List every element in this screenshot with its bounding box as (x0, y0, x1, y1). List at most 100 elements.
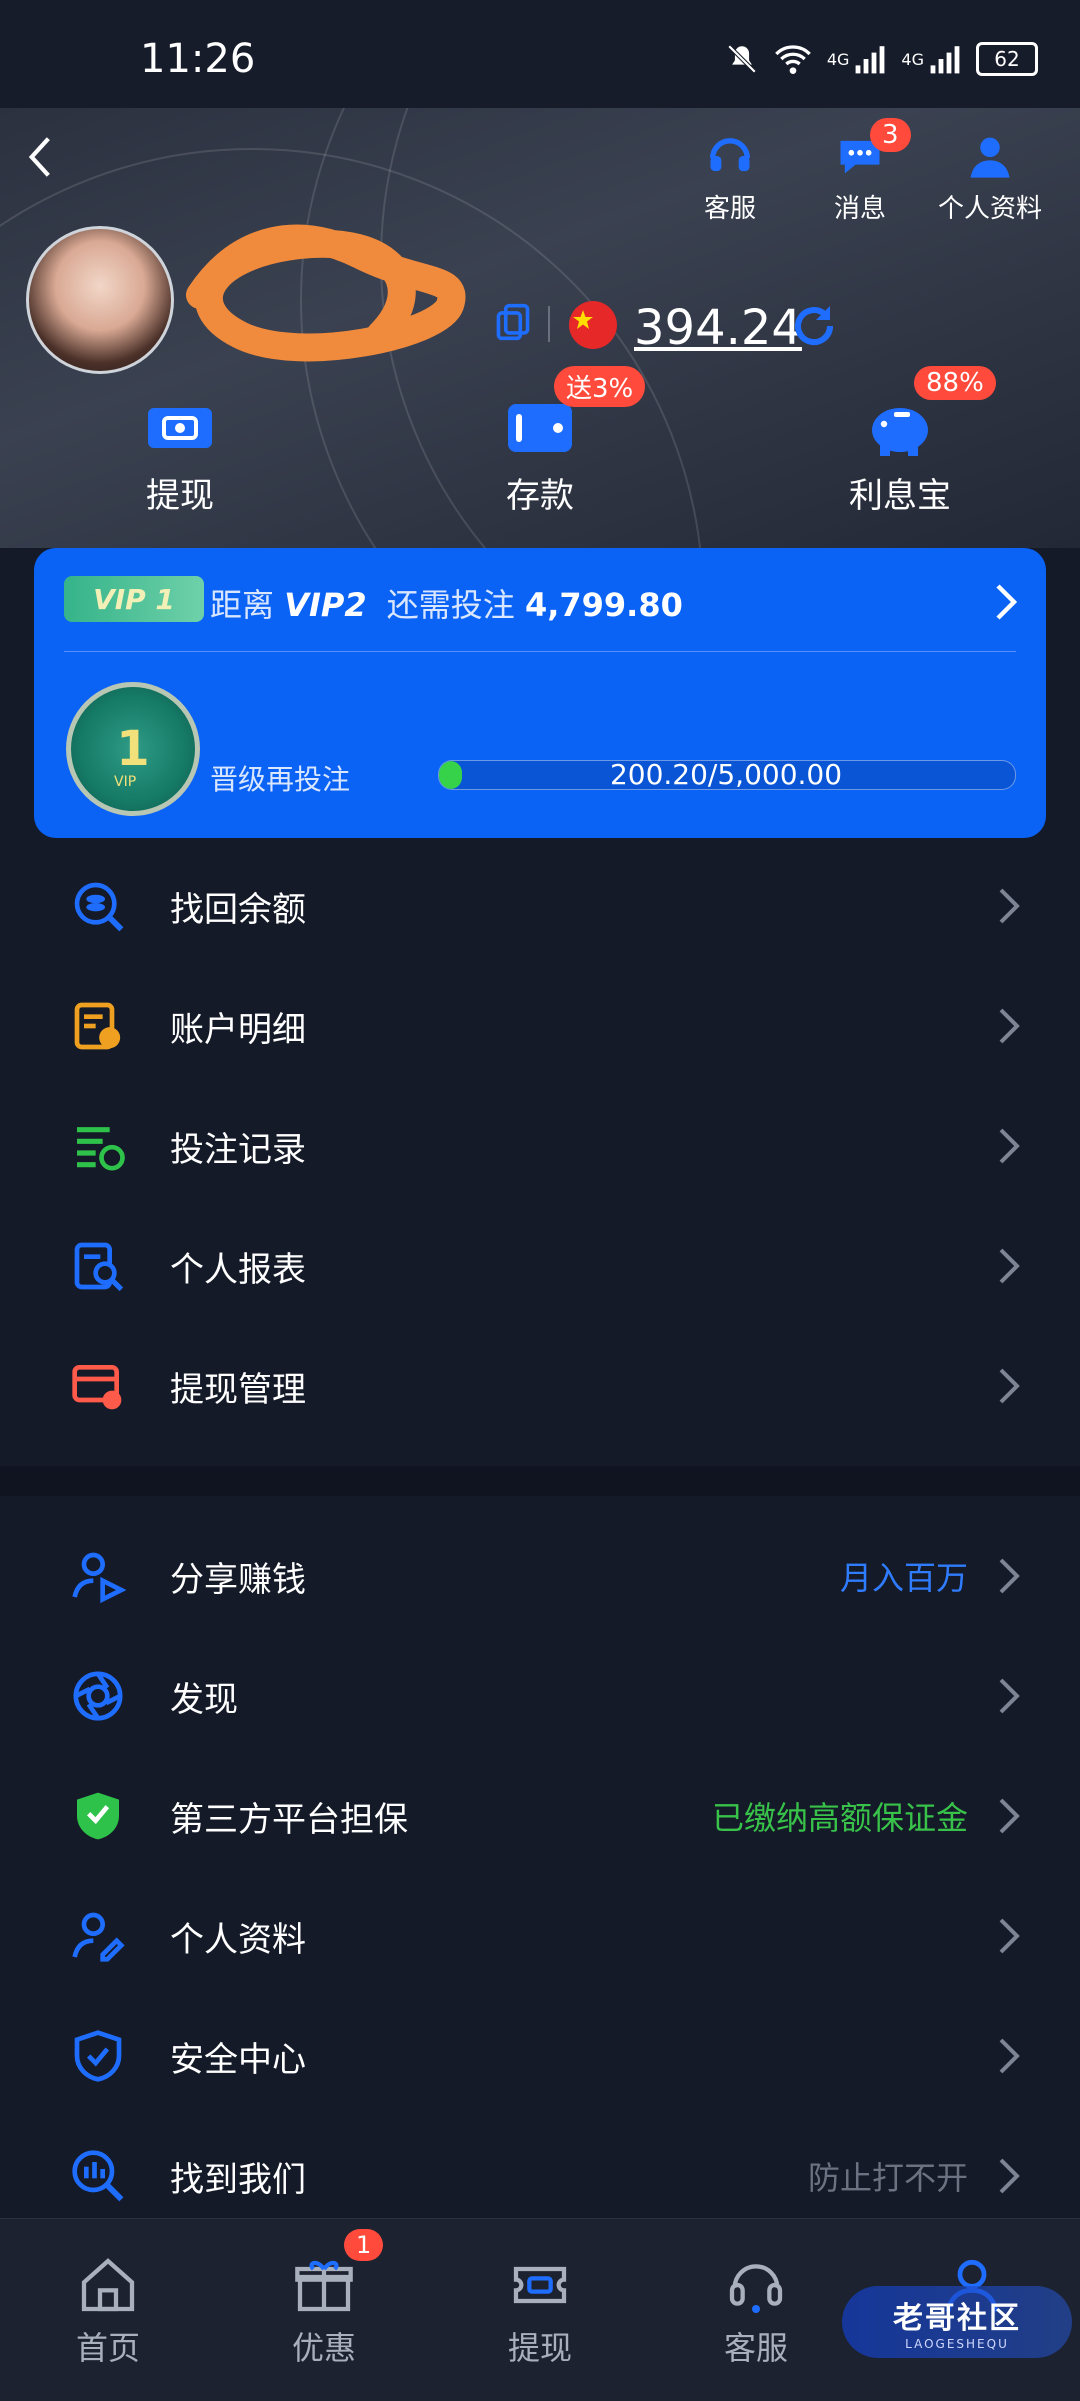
signal-icon-2 (930, 46, 960, 74)
promotions-badge: 1 (344, 2229, 384, 2261)
vip-level-tag: VIP 1 (64, 576, 204, 622)
refresh-icon[interactable] (790, 302, 838, 350)
menu-item-label: 账户明细 (170, 1009, 306, 1050)
chevron-right-icon (999, 888, 1020, 924)
account-details-icon (74, 1002, 121, 1050)
bet-records-icon (77, 1127, 125, 1171)
interest-label: 利息宝 (849, 476, 951, 516)
medal-sub: VIP (114, 774, 137, 790)
tab-promotions-label: 优惠 (291, 2329, 356, 2367)
chevron-right-icon (999, 1368, 1020, 1404)
need-text: 还需投注 (386, 586, 515, 624)
copy-icon[interactable] (494, 302, 532, 342)
tab-withdraw-label: 提现 (507, 2329, 572, 2367)
menu-item-hint: 防止打不开 (807, 2159, 968, 2197)
menu-item-guarantee-shield[interactable]: 第三方平台担保 已缴纳高额保证金 (0, 1756, 1080, 1876)
menu-item-label: 个人报表 (170, 1249, 306, 1290)
deposit-bonus-badge: 送3% (554, 366, 646, 407)
withdraw-label: 提现 (146, 476, 214, 516)
chevron-right-icon (999, 1798, 1020, 1834)
wallet-icon (508, 404, 572, 452)
tab-customer-service[interactable]: 客服 (686, 2253, 826, 2369)
menu-item-withdraw-manage[interactable]: 提现管理 (0, 1326, 1080, 1446)
discover-icon (73, 1671, 123, 1721)
menu-item-bet-records[interactable]: 投注记录 (0, 1086, 1080, 1206)
menu-item-hint: 已缴纳高额保证金 (711, 1799, 968, 1837)
deposit-label: 存款 (506, 476, 574, 516)
chevron-right-icon (999, 1678, 1020, 1714)
chevron-right-icon (999, 1248, 1020, 1284)
security-shield-icon (74, 2030, 122, 2082)
status-bar: 11:26 4G 4G 62 (0, 0, 1080, 108)
signal-icon (856, 46, 885, 74)
vip-medal: 1 (66, 682, 200, 816)
menu-item-label: 提现管理 (170, 1369, 306, 1410)
messages-label: 消息 (833, 194, 886, 224)
personal-report-icon (74, 1242, 124, 1292)
interest-quick-button[interactable]: 利息宝 (840, 396, 960, 517)
section-separator (0, 1466, 1080, 1496)
customer-service-label: 客服 (703, 194, 756, 224)
recover-balance-icon (74, 882, 124, 932)
tab-home[interactable]: 首页 (38, 2253, 178, 2369)
battery-indicator: 62 (976, 42, 1038, 76)
profile-icon (970, 137, 1010, 178)
find-us-icon (72, 2150, 124, 2202)
chevron-right-icon (999, 1008, 1020, 1044)
menu-item-label: 发现 (170, 1679, 238, 1720)
scribble-redaction (186, 224, 466, 362)
watermark-subtitle: LAOGESHEQU (905, 2337, 1009, 2351)
vip-progress-text: 200.20/5,000.00 (609, 758, 843, 791)
balance-amount: 394.24 (634, 300, 802, 356)
headset-icon (709, 138, 751, 172)
upgrade-label: 晋级再投注 (210, 763, 351, 796)
tab-home-label: 首页 (75, 2329, 140, 2367)
tab-withdraw[interactable]: 提现 (470, 2253, 610, 2369)
status-time: 11:26 (140, 36, 256, 82)
menu-item-discover[interactable]: 发现 (0, 1636, 1080, 1756)
menu-item-hint: 月入百万 (839, 1559, 968, 1597)
menu-item-label: 找回余额 (170, 889, 306, 930)
medal-level: 1 (116, 721, 150, 777)
withdraw-quick-button[interactable]: 提现 (120, 396, 240, 517)
share-earn-icon (72, 1552, 126, 1604)
bell-muted-icon (727, 44, 757, 74)
profile-button[interactable]: 个人资料 (930, 130, 1050, 225)
need-amount: 4,799.80 (524, 586, 683, 624)
home-icon (81, 2258, 135, 2312)
menu-item-label: 安全中心 (170, 2039, 306, 2080)
divider (548, 306, 550, 342)
customer-service-button[interactable]: 客服 (690, 130, 770, 225)
tab-promotions[interactable]: 优惠 (254, 2253, 394, 2369)
wifi-icon (774, 45, 811, 74)
menu-item-share-earn[interactable]: 分享赚钱 月入百万 (0, 1516, 1080, 1636)
ticket-icon (513, 2266, 567, 2304)
watermark-title: 老哥社区 (893, 2301, 1021, 2336)
menu-item-label: 分享赚钱 (170, 1559, 306, 1600)
chevron-right-icon (999, 1918, 1020, 1954)
network-label-2: 4G (901, 49, 924, 69)
menu-item-label: 个人资料 (170, 1919, 306, 1960)
menu-item-user-edit[interactable]: 个人资料 (0, 1876, 1080, 1996)
menu-item-label: 找到我们 (170, 2159, 306, 2200)
piggy-bank-icon (872, 408, 928, 456)
vip-card[interactable]: VIP 1 距离 VIP2 还需投注 4,799.80 1 VIP 晋级再投注 … (34, 548, 1046, 838)
menu-item-account-details[interactable]: 账户明细 (0, 966, 1080, 1086)
menu-item-personal-report[interactable]: 个人报表 (0, 1206, 1080, 1326)
distance-prefix: 距离 (210, 586, 275, 624)
vip-chevron-icon[interactable] (994, 582, 1018, 622)
status-icons: 4G 4G 62 (725, 42, 1038, 76)
chevron-right-icon (999, 2038, 1020, 2074)
menu-item-security-shield[interactable]: 安全中心 (0, 1996, 1080, 2116)
back-arrow-icon[interactable] (20, 132, 60, 182)
chevron-right-icon (999, 1128, 1020, 1164)
chevron-right-icon (999, 1558, 1020, 1594)
gift-icon (295, 2260, 353, 2312)
avatar[interactable] (26, 226, 174, 374)
menu-item-recover-balance[interactable]: 找回余额 (0, 846, 1080, 966)
vip-divider (64, 651, 1016, 652)
profile-label: 个人资料 (937, 194, 1042, 224)
tab-customer-service-label: 客服 (723, 2329, 788, 2367)
watermark-logo: 老哥社区 LAOGESHEQU (842, 2286, 1072, 2358)
deposit-quick-button[interactable]: 存款 (480, 396, 600, 517)
